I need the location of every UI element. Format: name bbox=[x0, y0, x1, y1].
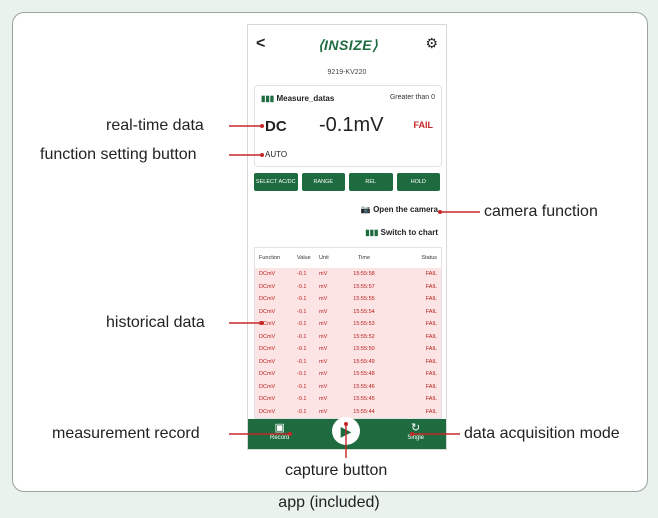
label-capture: capture button bbox=[285, 462, 388, 479]
label-record: measurement record bbox=[52, 425, 200, 442]
label-realtime: real-time data bbox=[106, 117, 204, 134]
label-function-button: function setting button bbox=[40, 146, 197, 163]
label-history: historical data bbox=[106, 314, 205, 331]
figure-caption: app (included) bbox=[278, 494, 380, 511]
label-camera: camera function bbox=[484, 203, 598, 220]
label-mode: data acquisition mode bbox=[464, 425, 620, 442]
